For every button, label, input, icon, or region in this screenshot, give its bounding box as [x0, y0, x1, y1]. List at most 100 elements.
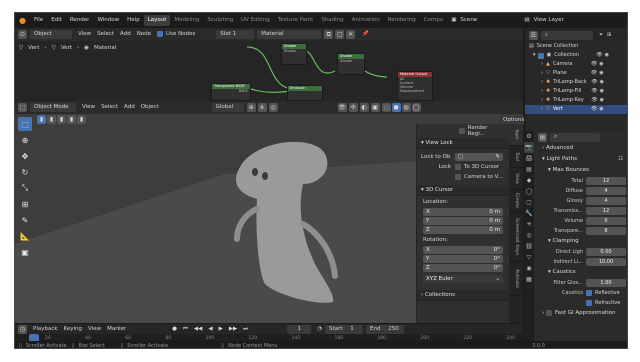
shading-solid-icon[interactable]: ●: [391, 103, 401, 112]
clamp-indirect[interactable]: Indirect Li... 10.00: [534, 257, 627, 267]
prop-value[interactable]: 0: [586, 217, 626, 225]
shading-wireframe-icon[interactable]: ◌: [381, 103, 391, 112]
view-lock-header[interactable]: ▾ View Lock: [417, 138, 509, 149]
measure-tool-icon[interactable]: 📐: [18, 229, 32, 243]
gizmo-icon[interactable]: ✣: [348, 103, 358, 112]
cursor-rotation-y[interactable]: Y 0°: [423, 255, 503, 263]
select-invert-icon[interactable]: ▮: [67, 114, 76, 124]
light-paths-header[interactable]: ▾ Light Paths ☷: [534, 154, 627, 165]
collection-checkbox[interactable]: [537, 52, 544, 59]
pin-icon[interactable]: 📌: [359, 30, 372, 39]
prop-value[interactable]: 10.00: [586, 258, 626, 266]
eye-icon[interactable]: 👁: [591, 105, 597, 114]
current-frame-field[interactable]: 1: [287, 324, 312, 334]
tab-compositing[interactable]: Compo: [420, 15, 447, 26]
tab-view[interactable]: View: [509, 168, 523, 190]
max-bounces-header[interactable]: ▾ Max Bounces: [534, 165, 627, 176]
prev-key-icon[interactable]: ◀◀: [191, 325, 205, 334]
use-nodes-checkbox[interactable]: [157, 30, 164, 37]
record-icon[interactable]: ●: [169, 325, 180, 334]
chevron-right-icon[interactable]: ›: [541, 87, 543, 96]
jump-start-icon[interactable]: ⏮: [180, 325, 191, 334]
xray-icon[interactable]: ▣: [370, 103, 380, 112]
bounce-transparent[interactable]: Transpare... 8: [534, 226, 627, 236]
bounce-total[interactable]: Total 12: [534, 176, 627, 186]
prop-value[interactable]: 0.00: [586, 248, 626, 256]
scale-tool-icon[interactable]: ⤡: [18, 181, 32, 195]
bounce-glossy[interactable]: Glossy 4: [534, 196, 627, 206]
tool-props-icon[interactable]: ⚙: [524, 131, 534, 142]
render-props-icon[interactable]: 📷: [524, 142, 534, 153]
prop-value[interactable]: 1.00: [586, 279, 626, 287]
tab-uv-editing[interactable]: UV Editing: [237, 15, 274, 26]
tab-shading[interactable]: Shading: [317, 15, 347, 26]
jump-end-icon[interactable]: ⏭: [240, 325, 251, 334]
prop-value[interactable]: 12: [586, 177, 626, 185]
outliner-item-camera[interactable]: › ▲ Camera 👁 ◉: [525, 60, 627, 69]
eye-icon[interactable]: 👁: [596, 51, 602, 60]
prop-value[interactable]: 12: [586, 207, 626, 215]
camera-visibility-icon[interactable]: ◉: [599, 69, 603, 78]
cursor-location-x[interactable]: X 0 m: [423, 208, 503, 216]
unlink-icon[interactable]: ✕: [346, 30, 356, 39]
caustics-refractive[interactable]: Refractive: [534, 298, 627, 308]
node-view-menu[interactable]: View: [75, 30, 94, 39]
tab-layout[interactable]: Layout: [143, 15, 171, 26]
eye-icon[interactable]: 👁: [591, 69, 597, 78]
fast-gi-checkbox[interactable]: [545, 309, 552, 316]
material-output-node[interactable]: Material Output All Surface Volume Displ…: [397, 71, 433, 101]
render-region-checkbox[interactable]: [459, 128, 465, 134]
add-cube-tool-icon[interactable]: ▣: [18, 245, 32, 259]
viewport-object-menu[interactable]: Object: [138, 103, 162, 112]
filter-icon[interactable]: ⏷: [599, 31, 603, 40]
editor-type-icon[interactable]: ⬚: [18, 103, 27, 112]
3d-cursor-header[interactable]: ▾ 3D Cursor: [417, 185, 509, 196]
cursor-rotation-x[interactable]: X 0°: [423, 246, 503, 254]
proportional-edit-icon[interactable]: ◎: [268, 103, 278, 112]
camera-visibility-icon[interactable]: ◉: [605, 51, 609, 60]
outliner-item-vert[interactable]: › ▽ Vert 👁 ◉: [525, 105, 627, 114]
play-reverse-icon[interactable]: ◀: [205, 325, 215, 334]
select-extend-icon[interactable]: ▮: [47, 114, 56, 124]
camera-to-view-checkbox[interactable]: [455, 174, 461, 180]
chevron-right-icon[interactable]: ›: [541, 69, 543, 78]
select-intersect-icon[interactable]: ▮: [77, 114, 86, 124]
select-new-icon[interactable]: ▮: [37, 114, 46, 124]
collections-header[interactable]: › Collections: [417, 290, 509, 301]
clamping-header[interactable]: ▾ Clamping: [534, 236, 627, 247]
node-select-menu[interactable]: Select: [94, 30, 117, 39]
scene-selector[interactable]: Scene: [460, 13, 520, 28]
eye-icon[interactable]: 👁: [591, 96, 597, 105]
object-props-icon[interactable]: ▢: [524, 197, 534, 208]
prop-value[interactable]: 4: [586, 187, 626, 195]
shading-rendered-icon[interactable]: ◯: [411, 103, 421, 112]
camera-visibility-icon[interactable]: ◉: [599, 60, 603, 69]
rotate-tool-icon[interactable]: ↻: [18, 165, 32, 179]
cursor-rotation-z[interactable]: Z 0°: [423, 264, 503, 272]
menu-edit[interactable]: Edit: [47, 13, 66, 28]
blender-logo-icon[interactable]: ●: [15, 13, 30, 28]
scene-props-icon[interactable]: ◆: [524, 175, 534, 186]
fake-user-icon[interactable]: ▢: [335, 30, 345, 39]
start-frame-field[interactable]: Start 1: [325, 324, 364, 334]
menu-render[interactable]: Render: [66, 13, 94, 28]
visibility-icon[interactable]: 👁: [337, 103, 347, 112]
new-collection-icon[interactable]: ⊞: [607, 31, 611, 40]
timeline-view-menu[interactable]: View: [85, 325, 104, 334]
node-node-menu[interactable]: Node: [134, 30, 154, 39]
data-props-icon[interactable]: ▽: [524, 252, 534, 263]
chevron-down-icon[interactable]: ▾: [533, 51, 536, 60]
world-props-icon[interactable]: ◯: [524, 186, 534, 197]
refractive-checkbox[interactable]: [586, 300, 592, 306]
tab-animation[interactable]: Animation: [348, 15, 384, 26]
camera-visibility-icon[interactable]: ◉: [600, 96, 604, 105]
keying-menu[interactable]: Keying: [61, 325, 85, 334]
outliner-item-trilamp-fill[interactable]: › ✺ TriLamp-Fill 👁 ◉: [525, 87, 627, 96]
outliner-scene-collection[interactable]: ▤ Scene Collection: [525, 42, 627, 51]
filter-glossy[interactable]: Filter Glos... 1.00: [534, 278, 627, 288]
tab-screencast-keys[interactable]: Screencast Keys: [509, 212, 523, 262]
advanced-header[interactable]: › Advanced: [534, 143, 627, 154]
camera-visibility-icon[interactable]: ◉: [600, 87, 604, 96]
shading-material-icon[interactable]: ◍: [401, 103, 411, 112]
tab-create[interactable]: Create: [509, 190, 523, 212]
